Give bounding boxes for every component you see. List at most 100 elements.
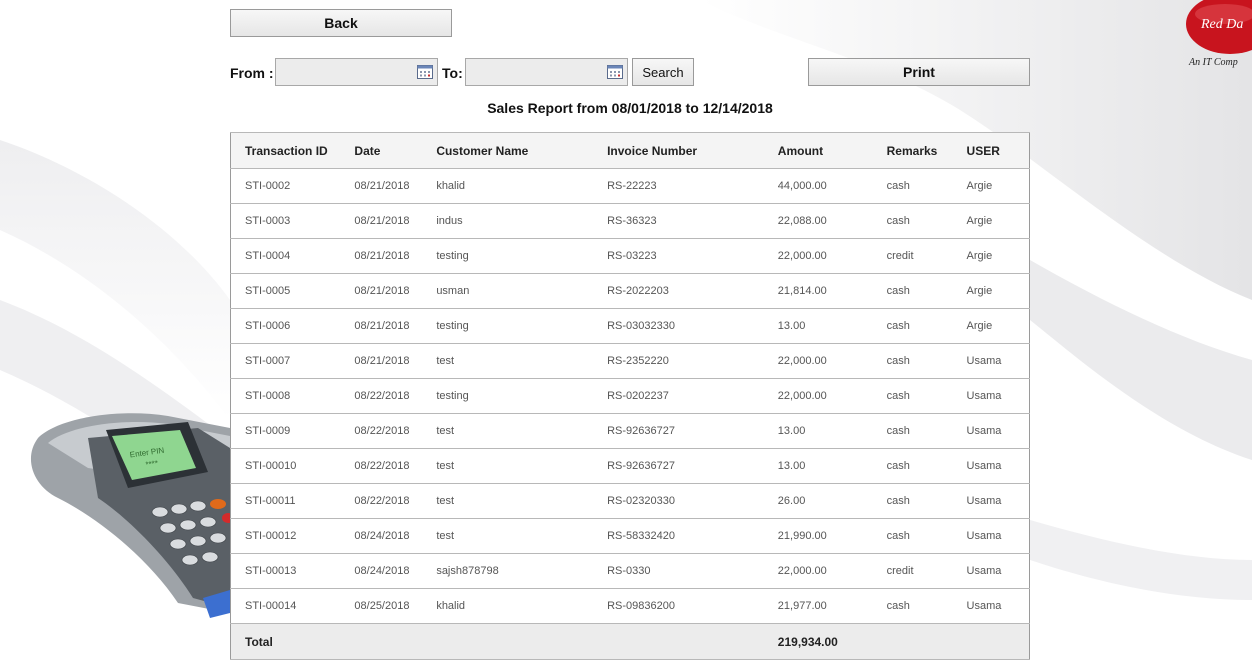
table-row: STI-00011 08/22/2018 test RS-02320330 26.00 c… <box>230 483 1030 519</box>
company-logo: Red Da An IT Comp <box>1186 0 1252 68</box>
user-cell: Usama <box>966 518 1030 554</box>
invoice-number-cell: RS-36323 <box>607 203 778 239</box>
customer-name-cell: usman <box>436 273 608 309</box>
search-button[interactable]: Search <box>632 58 694 86</box>
from-label: From : <box>230 65 274 81</box>
customer-name-cell: khalid <box>436 588 608 624</box>
table-row: STI-0008 08/22/2018 testing RS-0202237 22,00… <box>230 378 1030 414</box>
user-cell: Argie <box>966 238 1030 274</box>
amount-cell: 26.00 <box>777 483 887 519</box>
table-row: STI-0006 08/21/2018 testing RS-03032330 13.0… <box>230 308 1030 344</box>
back-button[interactable]: Back <box>230 9 452 37</box>
remarks-cell: cash <box>886 378 967 414</box>
column-header-user: USER <box>966 132 1030 169</box>
user-cell: Usama <box>966 553 1030 589</box>
transaction-id-cell: STI-0008 <box>230 378 355 414</box>
date-cell: 08/25/2018 <box>354 588 437 624</box>
invoice-number-cell: RS-2352220 <box>607 343 778 379</box>
column-header-remarks: Remarks <box>886 132 967 169</box>
column-header-invoice-number: Invoice Number <box>607 132 778 169</box>
logo-text: Red Da <box>1200 17 1243 32</box>
amount-cell: 22,000.00 <box>777 343 887 379</box>
sales-report-table: Transaction ID Date Customer Name Invoic… <box>230 132 1030 660</box>
user-cell: Usama <box>966 413 1030 449</box>
date-cell: 08/22/2018 <box>354 378 437 414</box>
remarks-cell: cash <box>886 413 967 449</box>
invoice-number-cell: RS-0202237 <box>607 378 778 414</box>
transaction-id-cell: STI-00011 <box>230 483 355 519</box>
column-header-amount: Amount <box>777 132 887 169</box>
invoice-number-cell: RS-0330 <box>607 553 778 589</box>
column-header-transaction-id: Transaction ID <box>230 132 355 169</box>
user-cell: Usama <box>966 343 1030 379</box>
invoice-number-cell: RS-2022203 <box>607 273 778 309</box>
total-empty-cell <box>966 623 1030 660</box>
transaction-id-cell: STI-00010 <box>230 448 355 484</box>
date-cell: 08/21/2018 <box>354 168 437 204</box>
customer-name-cell: testing <box>436 378 608 414</box>
logo-tagline: An IT Comp <box>1188 57 1238 68</box>
print-button[interactable]: Print <box>808 58 1030 86</box>
amount-cell: 13.00 <box>777 308 887 344</box>
table-row: STI-00010 08/22/2018 test RS-92636727 13.00 c… <box>230 448 1030 484</box>
date-cell: 08/22/2018 <box>354 483 437 519</box>
remarks-cell: credit <box>886 238 967 274</box>
table-row: STI-00012 08/24/2018 test RS-58332420 21,990… <box>230 518 1030 554</box>
table-row: STI-00014 08/25/2018 khalid RS-09836200 21,9… <box>230 588 1030 624</box>
amount-cell: 21,990.00 <box>777 518 887 554</box>
transaction-id-cell: STI-0006 <box>230 308 355 344</box>
amount-cell: 22,088.00 <box>777 203 887 239</box>
user-cell: Argie <box>966 308 1030 344</box>
remarks-cell: cash <box>886 308 967 344</box>
pos-terminal-illustration: Enter PIN **** <box>30 413 230 618</box>
invoice-number-cell: RS-02320330 <box>607 483 778 519</box>
table-row: STI-0004 08/21/2018 testing RS-03223 22,000.… <box>230 238 1030 274</box>
date-cell: 08/21/2018 <box>354 238 437 274</box>
from-date-field[interactable] <box>275 58 438 86</box>
transaction-id-cell: STI-0004 <box>230 238 355 274</box>
date-cell: 08/21/2018 <box>354 343 437 379</box>
customer-name-cell: testing <box>436 238 608 274</box>
customer-name-cell: test <box>436 448 608 484</box>
invoice-number-cell: RS-22223 <box>607 168 778 204</box>
transaction-id-cell: STI-0005 <box>230 273 355 309</box>
from-date-input[interactable] <box>276 59 437 85</box>
table-row: STI-0007 08/21/2018 test RS-2352220 22,000.0… <box>230 343 1030 379</box>
remarks-cell: cash <box>886 168 967 204</box>
user-cell: Argie <box>966 273 1030 309</box>
remarks-cell: cash <box>886 203 967 239</box>
transaction-id-cell: STI-0009 <box>230 413 355 449</box>
date-cell: 08/21/2018 <box>354 203 437 239</box>
calendar-icon[interactable] <box>417 65 433 79</box>
customer-name-cell: test <box>436 483 608 519</box>
amount-cell: 13.00 <box>777 448 887 484</box>
user-cell: Usama <box>966 378 1030 414</box>
customer-name-cell: test <box>436 518 608 554</box>
calendar-icon[interactable] <box>607 65 623 79</box>
total-label: Total <box>230 623 355 660</box>
invoice-number-cell: RS-92636727 <box>607 448 778 484</box>
invoice-number-cell: RS-58332420 <box>607 518 778 554</box>
table-row: STI-0009 08/22/2018 test RS-92636727 13.00 ca… <box>230 413 1030 449</box>
amount-cell: 13.00 <box>777 413 887 449</box>
customer-name-cell: test <box>436 413 608 449</box>
amount-cell: 22,000.00 <box>777 553 887 589</box>
remarks-cell: cash <box>886 518 967 554</box>
user-cell: Usama <box>966 483 1030 519</box>
customer-name-cell: testing <box>436 308 608 344</box>
to-date-field[interactable] <box>465 58 628 86</box>
invoice-number-cell: RS-92636727 <box>607 413 778 449</box>
report-title: Sales Report from 08/01/2018 to 12/14/20… <box>487 100 773 116</box>
remarks-cell: cash <box>886 448 967 484</box>
table-total-row: Total 219,934.00 <box>230 623 1030 660</box>
user-cell: Usama <box>966 448 1030 484</box>
to-date-input[interactable] <box>466 59 627 85</box>
transaction-id-cell: STI-00012 <box>230 518 355 554</box>
table-row: STI-0003 08/21/2018 indus RS-36323 22,088.00… <box>230 203 1030 239</box>
date-cell: 08/21/2018 <box>354 273 437 309</box>
date-cell: 08/22/2018 <box>354 448 437 484</box>
amount-cell: 21,814.00 <box>777 273 887 309</box>
user-cell: Argie <box>966 168 1030 204</box>
column-header-customer-name: Customer Name <box>436 132 608 169</box>
column-header-date: Date <box>354 132 437 169</box>
